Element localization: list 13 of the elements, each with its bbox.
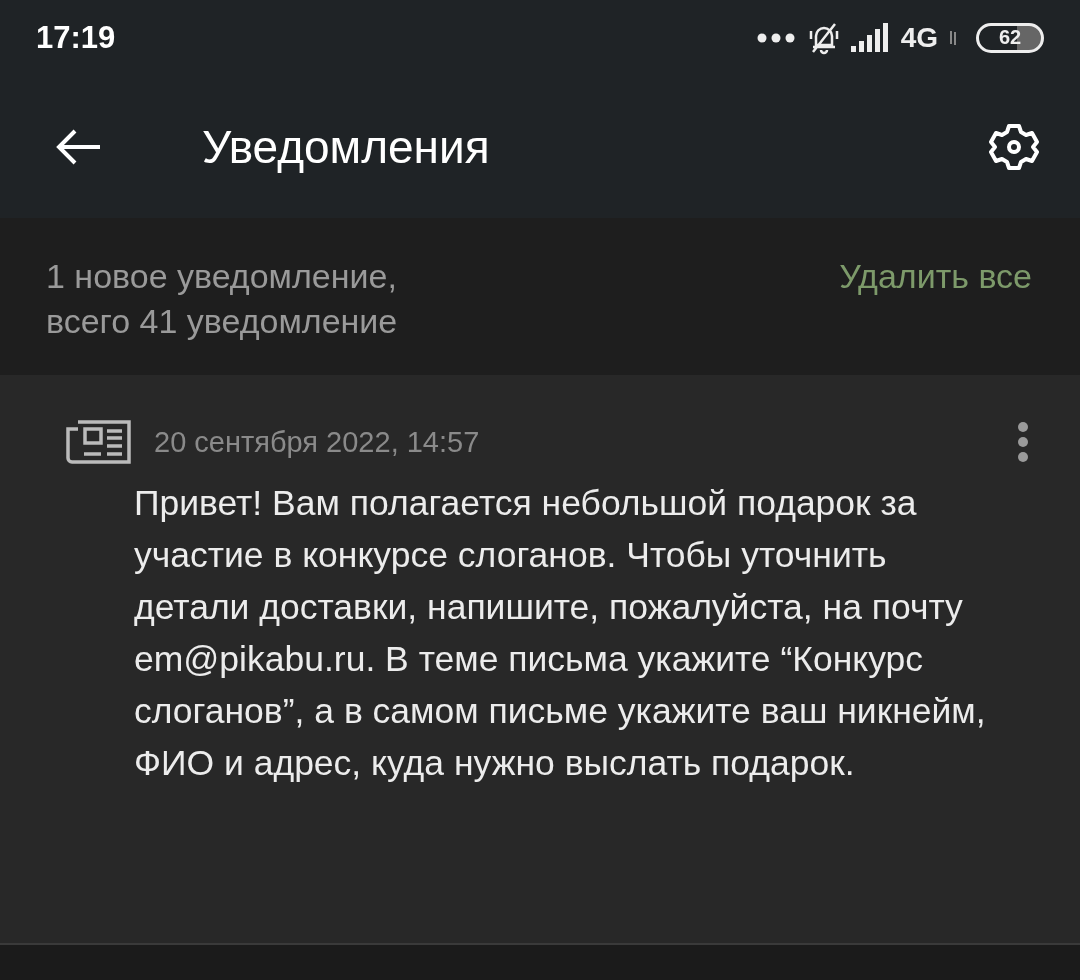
- notification-message: Привет! Вам полагается небольшой подарок за участие в конкурсе слоганов. Чтобы уточнить детали доставки, напишите, пожалуйста, на почту em@pikabu.ru. В теме письма укажите “Конкурс слоганов”, а в самом письме укажите ваш никнейм, ФИО и адрес, куда нужно выслать подарок.: [134, 482, 987, 785]
- notification-date: 20 сентября 2022, 14:57: [154, 425, 481, 459]
- more-dots-icon: [756, 32, 797, 43]
- data-arrows-icon: [948, 30, 958, 45]
- notification-count: 1 новое уведомление, всего 41 уведомление: [46, 256, 398, 342]
- more-options-icon[interactable]: [1016, 421, 1030, 463]
- newspaper-icon: [66, 419, 132, 465]
- signal-icon: [850, 22, 891, 53]
- battery-indicator: 62: [976, 22, 1044, 53]
- status-time: 17:19: [36, 19, 116, 56]
- network-type: 4G: [900, 21, 938, 54]
- delete-all-link[interactable]: Удалить все: [839, 254, 1032, 299]
- screen-title: Уведомления: [202, 119, 491, 174]
